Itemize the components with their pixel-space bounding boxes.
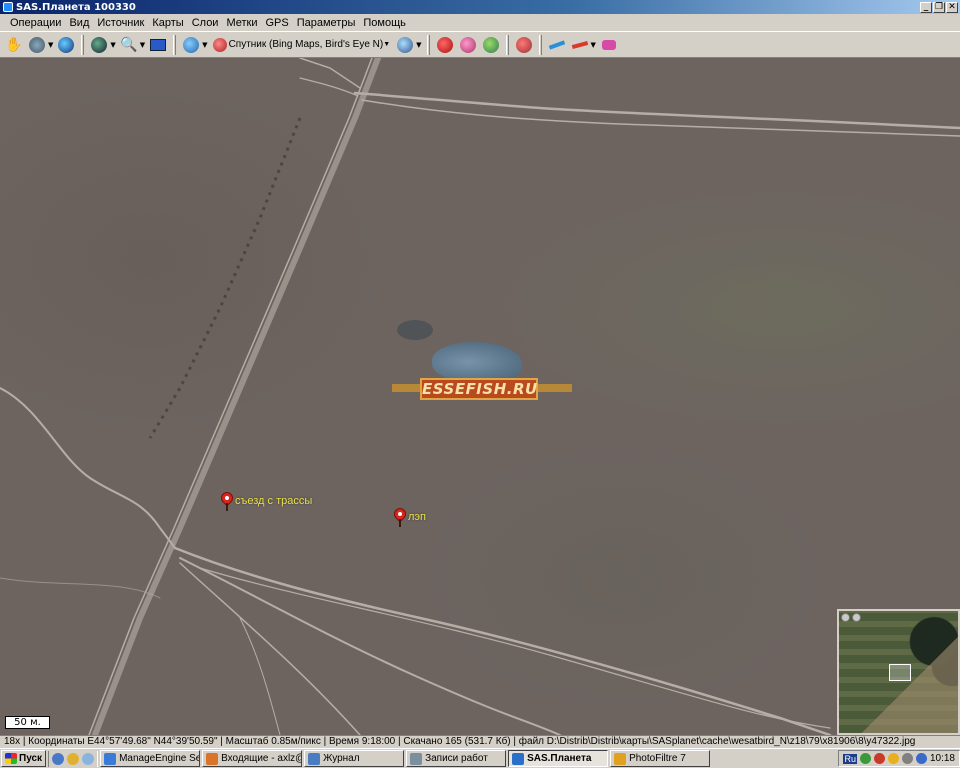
toolbar-separator xyxy=(81,34,85,55)
marks-manager-icon[interactable] xyxy=(514,35,534,55)
quick-launch-app-icon[interactable] xyxy=(67,752,80,765)
map-source-label: Спутник (Bing Maps, Bird's Eye N) xyxy=(228,39,384,50)
task-app-icon xyxy=(512,752,525,765)
add-path-icon[interactable] xyxy=(458,35,478,55)
language-indicator[interactable]: Ru xyxy=(843,753,857,764)
taskbar-task-button[interactable]: ManageEngine Serv... xyxy=(100,750,201,767)
gps-track-icon[interactable] xyxy=(570,35,590,55)
zoom-dropdown-icon[interactable]: ▼ xyxy=(140,41,145,49)
task-label: PhotoFiltre 7 xyxy=(629,753,686,764)
fish-icon xyxy=(432,342,522,382)
minimap-zoom-out-icon[interactable] xyxy=(852,613,861,622)
taskbar-task-button[interactable]: Журнал xyxy=(304,750,405,767)
restore-button[interactable]: ❐ xyxy=(933,1,945,13)
placemark-power-line[interactable]: лэп xyxy=(391,505,426,527)
quick-launch-app-icon[interactable] xyxy=(52,752,65,765)
map-type-dropdown-icon[interactable]: ▼ xyxy=(202,41,207,49)
menu-operations[interactable]: Операции xyxy=(6,17,65,29)
gps-connect-icon[interactable] xyxy=(547,35,567,55)
minimap-zoom-in-icon[interactable] xyxy=(841,613,850,622)
app-icon xyxy=(3,2,13,12)
app-tray-icon[interactable] xyxy=(915,753,927,764)
map-type-globe-icon[interactable] xyxy=(181,35,201,55)
menu-maps[interactable]: Карты xyxy=(148,17,187,29)
scale-bar: 50 м. xyxy=(5,716,50,729)
start-button[interactable]: Пуск xyxy=(1,750,47,767)
taskbar-task-button[interactable]: Записи работ xyxy=(406,750,507,767)
task-app-icon xyxy=(614,752,627,765)
watermark-logo: ESSEFISH.RU xyxy=(392,340,572,420)
minimize-button[interactable]: _ xyxy=(920,1,932,13)
app-tray-icon[interactable] xyxy=(887,753,899,764)
task-label: Входящие - axlz@... xyxy=(221,753,301,764)
map-view[interactable]: ESSEFISH.RU съезд с трассы лэп 50 м. xyxy=(0,58,960,735)
world-view-icon[interactable] xyxy=(56,35,76,55)
gps-track-dropdown-icon[interactable]: ▼ xyxy=(591,41,596,49)
system-tray: Ru 10:18 xyxy=(838,750,960,767)
quick-launch-app-icon[interactable] xyxy=(82,752,95,765)
main-toolbar: ✋ ▼ ▼ 🔍 ▼ ▼ Спутник (Bing Maps, Bird's E… xyxy=(0,31,960,58)
menu-view[interactable]: Вид xyxy=(65,17,93,29)
hand-tool-icon[interactable]: ✋ xyxy=(4,35,24,55)
window-title: SAS.Планета 100330 xyxy=(16,1,136,13)
chevron-down-icon: ▼ xyxy=(383,41,391,48)
map-source-select[interactable]: Спутник (Bing Maps, Bird's Eye N) ▼ xyxy=(211,37,393,52)
taskbar-task-button[interactable]: SAS.Планета xyxy=(508,750,609,767)
menu-help[interactable]: Помощь xyxy=(359,17,410,29)
fullscreen-icon[interactable] xyxy=(148,35,168,55)
volume-icon[interactable] xyxy=(901,753,913,764)
move-tool-dropdown-icon[interactable]: ▼ xyxy=(48,41,53,49)
gps-center-icon[interactable] xyxy=(599,35,619,55)
quick-launch xyxy=(48,750,99,767)
taskbar-task-button[interactable]: PhotoFiltre 7 xyxy=(610,750,711,767)
status-bar: 18x | Координаты E44°57'49.68" N44°39'50… xyxy=(0,735,960,748)
minimap[interactable] xyxy=(837,609,960,735)
satellite-globe-icon xyxy=(212,37,227,52)
add-polygon-icon[interactable] xyxy=(481,35,501,55)
task-label: SAS.Планета xyxy=(527,753,592,764)
task-app-icon xyxy=(206,752,219,765)
move-tool-icon[interactable] xyxy=(27,35,47,55)
toolbar-separator xyxy=(173,34,177,55)
menu-source[interactable]: Источник xyxy=(93,17,148,29)
placemark-highway-exit[interactable]: съезд с трассы xyxy=(218,489,313,511)
placemark-label: съезд с трассы xyxy=(235,495,313,507)
task-app-icon xyxy=(410,752,423,765)
minimap-viewport[interactable] xyxy=(889,664,911,681)
task-app-icon xyxy=(308,752,321,765)
security-icon[interactable] xyxy=(873,753,885,764)
layers-icon[interactable] xyxy=(395,35,415,55)
layers-dropdown-icon[interactable]: ▼ xyxy=(416,41,421,49)
placemark-label: лэп xyxy=(408,511,426,523)
start-label: Пуск xyxy=(19,753,43,764)
menu-marks[interactable]: Метки xyxy=(222,17,261,29)
task-label: ManageEngine Serv... xyxy=(119,753,199,764)
globe-dropdown-icon[interactable]: ▼ xyxy=(110,41,115,49)
menu-bar: Операции Вид Источник Карты Слои Метки G… xyxy=(0,14,960,31)
clock: 10:18 xyxy=(929,753,955,764)
toolbar-separator xyxy=(538,34,542,55)
add-mark-icon[interactable] xyxy=(435,35,455,55)
menu-settings[interactable]: Параметры xyxy=(293,17,360,29)
close-button[interactable]: ✕ xyxy=(946,1,958,13)
toolbar-separator xyxy=(426,34,430,55)
task-buttons: ManageEngine Serv... Входящие - axlz@... Ж… xyxy=(100,750,711,767)
network-icon[interactable] xyxy=(859,753,871,764)
menu-gps[interactable]: GPS xyxy=(262,17,293,29)
map-pin-icon xyxy=(218,489,236,511)
title-bar: SAS.Планета 100330 _ ❐ ✕ xyxy=(0,0,960,14)
zoom-tool-icon[interactable]: 🔍 xyxy=(119,35,139,55)
task-label: Журнал xyxy=(323,753,360,764)
windows-flag-icon xyxy=(5,753,17,764)
task-app-icon xyxy=(104,752,117,765)
menu-layers[interactable]: Слои xyxy=(188,17,223,29)
toolbar-separator xyxy=(505,34,509,55)
task-label: Записи работ xyxy=(425,753,488,764)
taskbar-task-button[interactable]: Входящие - axlz@... xyxy=(202,750,303,767)
watermark-text: ESSEFISH.RU xyxy=(420,378,538,400)
map-pin-icon xyxy=(391,505,409,527)
globe-dark-icon[interactable] xyxy=(89,35,109,55)
taskbar: Пуск ManageEngine Serv... Входящие - axlz… xyxy=(0,748,960,768)
